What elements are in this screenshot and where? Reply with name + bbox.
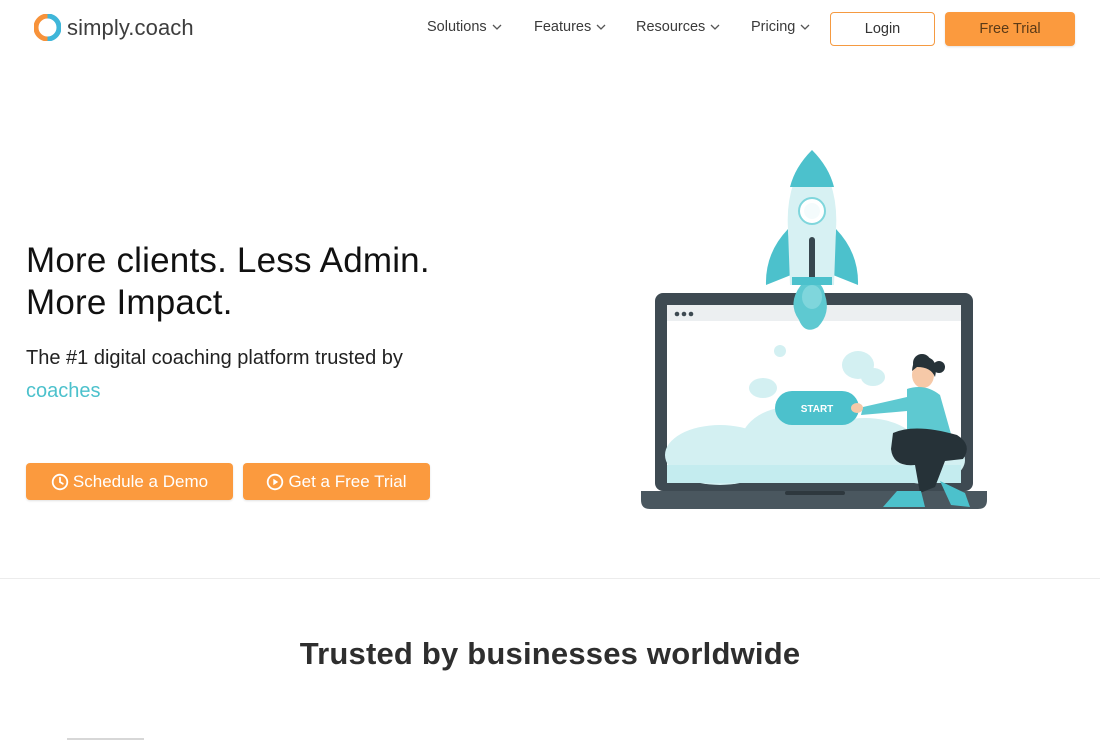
hero-subtitle: The #1 digital coaching platform trusted… bbox=[26, 342, 506, 408]
site-header: simply.coach Solutions Features Resource… bbox=[0, 0, 1100, 60]
clock-icon bbox=[51, 473, 69, 490]
chevron-down-icon bbox=[800, 24, 810, 30]
nav-solutions-label: Solutions bbox=[427, 19, 487, 35]
hero-title-line2: More Impact. bbox=[26, 283, 233, 322]
nav-features-label: Features bbox=[534, 19, 592, 35]
hero-title-line1: More clients. Less Admin. bbox=[26, 241, 430, 280]
nav-features[interactable]: Features bbox=[534, 19, 636, 35]
nav-resources[interactable]: Resources bbox=[636, 19, 751, 35]
rocket-launch-illustration: START bbox=[641, 150, 987, 509]
chevron-down-icon bbox=[596, 24, 606, 30]
hero-subtitle-text: The #1 digital coaching platform trusted… bbox=[26, 347, 403, 369]
main-nav: Solutions Features Resources Pricing bbox=[427, 19, 831, 35]
chevron-down-icon bbox=[492, 24, 502, 30]
play-circle-icon bbox=[267, 473, 284, 490]
login-button[interactable]: Login bbox=[830, 12, 935, 46]
get-free-trial-label: Get a Free Trial bbox=[288, 471, 407, 491]
nav-solutions[interactable]: Solutions bbox=[427, 19, 534, 35]
schedule-demo-button[interactable]: Schedule a Demo bbox=[26, 463, 233, 500]
logo-text: simply.coach bbox=[67, 14, 194, 40]
chevron-down-icon bbox=[710, 24, 720, 30]
trusted-heading: Trusted by businesses worldwide bbox=[299, 636, 801, 671]
get-free-trial-button[interactable]: Get a Free Trial bbox=[243, 463, 430, 500]
start-button-text: START bbox=[801, 404, 834, 415]
nav-resources-label: Resources bbox=[636, 19, 706, 35]
schedule-demo-label: Schedule a Demo bbox=[72, 471, 209, 491]
brand-logo[interactable]: simply.coach bbox=[34, 14, 194, 41]
logo-icon bbox=[34, 14, 61, 41]
section-divider bbox=[0, 578, 1100, 579]
hero-highlight-word: coaches bbox=[26, 380, 101, 402]
hero-title: More clients. Less Admin. More Impact. bbox=[26, 240, 430, 324]
nav-pricing-label: Pricing bbox=[751, 19, 796, 35]
nav-pricing[interactable]: Pricing bbox=[751, 19, 831, 35]
free-trial-button[interactable]: Free Trial bbox=[945, 12, 1075, 46]
